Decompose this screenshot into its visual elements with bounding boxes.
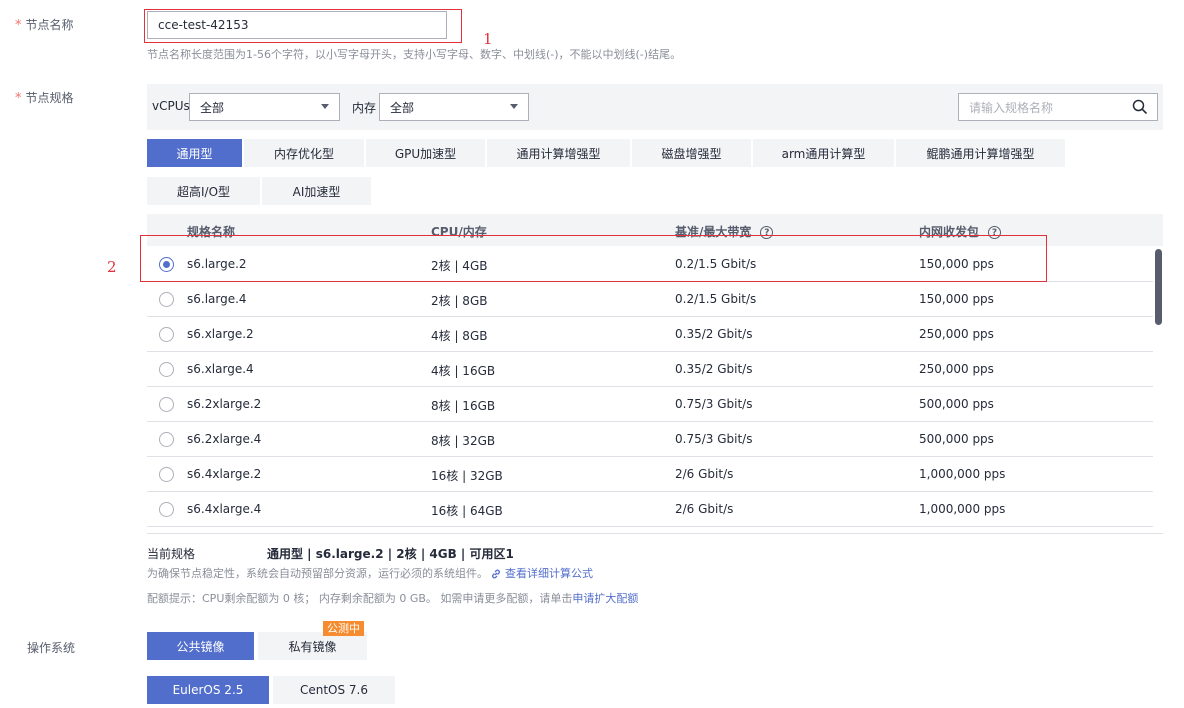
search-icon[interactable] [1132, 99, 1148, 115]
os-label: 操作系统 [27, 641, 76, 655]
annotation-number-2: 2 [107, 258, 117, 276]
quota-tip: 配额提示：CPU剩余配额为 0 核； 内存剩余配额为 0 GB。 如需申请更多配… [147, 592, 639, 605]
tab-ultra-io[interactable]: 超高I/O型 [147, 177, 262, 205]
table-scrollbar[interactable] [1155, 249, 1162, 325]
calc-formula-link[interactable]: 查看详细计算公式 [505, 567, 593, 580]
beta-badge: 公测中 [323, 621, 364, 636]
vcpus-select[interactable]: 全部 [189, 93, 340, 121]
annotation-box-1 [144, 9, 462, 43]
radio-button[interactable] [159, 502, 174, 517]
tab-disk-enhanced[interactable]: 磁盘增强型 [632, 139, 753, 167]
table-row[interactable]: s6.xlarge.4 4核 | 16GB 0.35/2 Gbit/s 250,… [147, 352, 1153, 387]
radio-button[interactable] [159, 292, 174, 307]
tab-gpu[interactable]: GPU加速型 [366, 139, 487, 167]
tab-kunpeng[interactable]: 鲲鹏通用计算增强型 [896, 139, 1065, 167]
node-name-label: * 节点名称 [15, 18, 74, 33]
table-row[interactable]: s6.xlarge.2 4核 | 8GB 0.35/2 Gbit/s 250,0… [147, 317, 1153, 352]
tab-compute-enhanced[interactable]: 通用计算增强型 [487, 139, 632, 167]
node-spec-label: * 节点规格 [15, 91, 74, 106]
memory-select[interactable]: 全部 [379, 93, 529, 121]
spec-search-input[interactable]: 请输入规格名称 [958, 93, 1158, 121]
tab-ai-accelerated[interactable]: AI加速型 [262, 177, 371, 205]
os-version-centos[interactable]: CentOS 7.6 [273, 676, 395, 704]
chevron-down-icon [510, 104, 518, 109]
os-version-euleros[interactable]: EulerOS 2.5 [147, 676, 271, 704]
radio-button[interactable] [159, 467, 174, 482]
radio-button[interactable] [159, 362, 174, 377]
table-row[interactable]: s6.4xlarge.4 16核 | 64GB 2/6 Gbit/s 1,000… [147, 492, 1153, 527]
link-icon [492, 569, 500, 579]
radio-button[interactable] [159, 397, 174, 412]
current-spec-label: 当前规格 [147, 547, 196, 561]
reserve-note: 为确保节点稳定性，系统会自动预留部分资源，运行必须的系统组件。 查看详细计算公式 [147, 567, 593, 580]
table-row[interactable]: s6.2xlarge.4 8核 | 32GB 0.75/3 Gbit/s 500… [147, 422, 1153, 457]
table-row[interactable]: s6.large.4 2核 | 8GB 0.2/1.5 Gbit/s 150,0… [147, 282, 1153, 317]
tab-memory-optimized[interactable]: 内存优化型 [244, 139, 366, 167]
node-name-hint: 节点名称长度范围为1-56个字符，以小写字母开头，支持小写字母、数字、中划线(-… [147, 48, 682, 61]
tab-arm-general[interactable]: arm通用计算型 [753, 139, 896, 167]
request-quota-link[interactable]: 申请扩大配额 [572, 592, 638, 605]
tab-general[interactable]: 通用型 [147, 139, 244, 167]
table-bottom-divider [147, 533, 1163, 534]
radio-button[interactable] [159, 432, 174, 447]
current-spec-value: 通用型 | s6.large.2 | 2核 | 4GB | 可用区1 [267, 547, 514, 561]
memory-label: 内存 [352, 101, 377, 115]
annotation-box-2 [140, 235, 1047, 282]
table-row[interactable]: s6.2xlarge.2 8核 | 16GB 0.75/3 Gbit/s 500… [147, 387, 1153, 422]
radio-button[interactable] [159, 327, 174, 342]
table-row[interactable]: s6.4xlarge.2 16核 | 32GB 2/6 Gbit/s 1,000… [147, 457, 1153, 492]
tab-public-image[interactable]: 公共镜像 [147, 632, 256, 660]
chevron-down-icon [321, 104, 329, 109]
vcpus-label: vCPUs [152, 99, 190, 113]
tab-private-image[interactable]: 私有镜像 [258, 632, 367, 660]
